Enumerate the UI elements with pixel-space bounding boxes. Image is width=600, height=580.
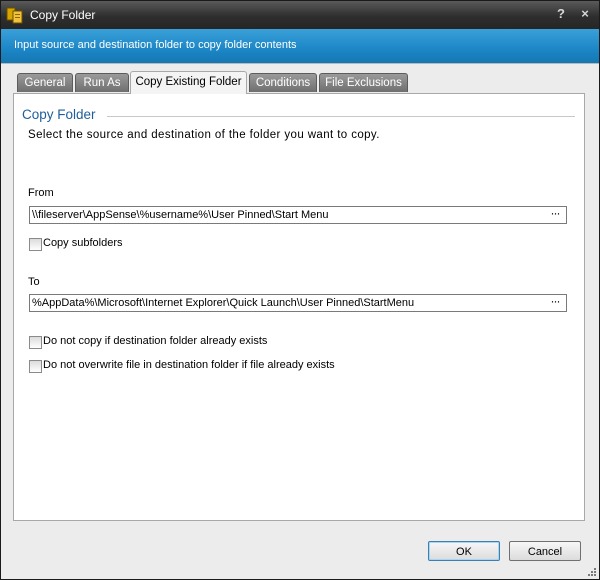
- from-path-value: \\fileserver\AppSense\%username%\User Pi…: [32, 209, 329, 221]
- tab-run-as[interactable]: Run As: [75, 73, 129, 92]
- to-path-value: %AppData%\Microsoft\Internet Explorer\Qu…: [32, 297, 415, 309]
- ok-button[interactable]: OK: [428, 541, 500, 561]
- tab-file-exclusions[interactable]: File Exclusions: [319, 73, 408, 92]
- tab-conditions[interactable]: Conditions: [249, 73, 317, 92]
- instruction-banner: Input source and destination folder to c…: [1, 29, 599, 63]
- from-path-field[interactable]: \\fileserver\AppSense\%username%\User Pi…: [29, 206, 567, 224]
- tab-copy-existing-folder[interactable]: Copy Existing Folder: [130, 71, 247, 94]
- no-copy-if-exists-label: Do not copy if destination folder alread…: [43, 335, 268, 347]
- section-title: Copy Folder: [22, 107, 96, 122]
- title-bar[interactable]: Copy Folder ? ×: [1, 1, 599, 29]
- to-path-field[interactable]: %AppData%\Microsoft\Internet Explorer\Qu…: [29, 294, 567, 312]
- tab-general[interactable]: General: [17, 73, 73, 92]
- to-browse-button[interactable]: ···: [547, 294, 563, 310]
- folder-copy-icon: [6, 7, 23, 24]
- no-overwrite-checkbox[interactable]: [29, 360, 42, 373]
- help-icon[interactable]: ?: [554, 6, 568, 22]
- from-browse-button[interactable]: ···: [547, 206, 563, 222]
- close-icon[interactable]: ×: [577, 6, 593, 22]
- no-copy-if-exists-checkbox[interactable]: [29, 336, 42, 349]
- banner-divider: [1, 63, 599, 64]
- cancel-button[interactable]: Cancel: [509, 541, 581, 561]
- copy-folder-dialog: Copy Folder ? × Input source and destina…: [0, 0, 600, 580]
- no-overwrite-label: Do not overwrite file in destination fol…: [43, 359, 335, 371]
- to-label: To: [28, 276, 40, 288]
- copy-subfolders-label: Copy subfolders: [43, 237, 123, 249]
- from-label: From: [28, 187, 54, 199]
- section-divider: [107, 116, 575, 117]
- window-title: Copy Folder: [30, 8, 96, 22]
- copy-subfolders-checkbox[interactable]: [29, 238, 42, 251]
- banner-text: Input source and destination folder to c…: [14, 39, 297, 51]
- resize-grip-icon[interactable]: [587, 567, 597, 577]
- section-description: Select the source and destination of the…: [28, 129, 380, 141]
- tab-panel: Copy Folder Select the source and destin…: [13, 93, 585, 521]
